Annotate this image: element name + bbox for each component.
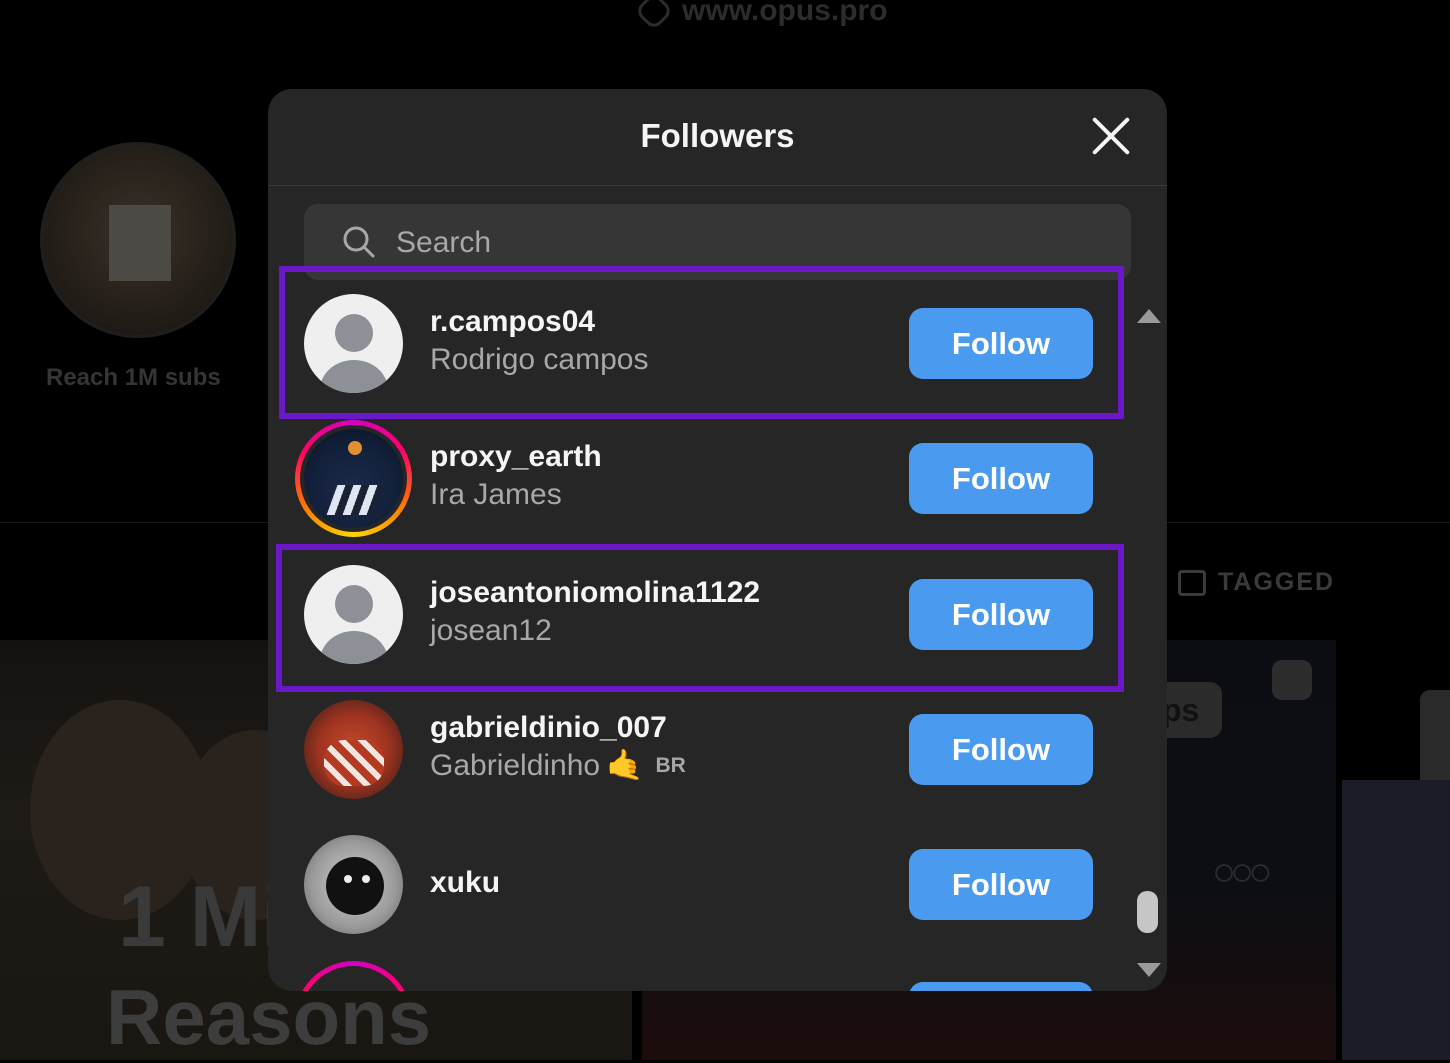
full-name-text: Gabrieldinho <box>430 749 601 782</box>
follow-button[interactable]: Follow <box>909 443 1093 514</box>
thumbnail-text: 1 Mi <box>118 869 286 965</box>
avatar-detail <box>344 875 352 883</box>
follow-button[interactable]: Follow <box>909 714 1093 785</box>
link-icon <box>634 0 674 31</box>
tagged-icon <box>1178 569 1206 596</box>
default-avatar[interactable] <box>304 565 403 664</box>
avatar-head-shape <box>335 314 373 352</box>
post-thumbnail[interactable] <box>1342 780 1450 1060</box>
reel-icon <box>1272 660 1312 700</box>
default-avatar[interactable] <box>304 294 403 393</box>
tab-tagged-label: TAGGED <box>1218 568 1336 596</box>
call-me-hand-emoji: 🤙 <box>606 749 644 782</box>
search-input[interactable] <box>394 220 1098 266</box>
profile-avatar[interactable] <box>304 700 403 799</box>
avatar-detail <box>326 857 384 915</box>
avatar-detail <box>362 875 370 883</box>
avatar-detail <box>348 441 362 455</box>
tab-tagged[interactable]: TAGGED <box>1178 568 1335 597</box>
follow-button[interactable]: Follow <box>909 849 1093 920</box>
username[interactable]: xuku <box>430 865 500 901</box>
user-info: joseantoniomolina1122 josean12 <box>430 575 760 651</box>
username[interactable]: r.campos04 <box>430 304 648 340</box>
user-info: gabrieldinio_007 Gabrieldinho 🤙 BR <box>430 710 686 786</box>
olympic-rings-icon: ○○○ <box>1212 850 1273 894</box>
post-thumbnail-caption <box>1420 690 1450 790</box>
user-info: xuku <box>430 865 500 901</box>
full-name-text: Ira James <box>430 478 562 511</box>
avatar-detail <box>326 485 384 515</box>
list-item <box>268 952 1128 991</box>
profile-avatar[interactable] <box>304 835 403 934</box>
username[interactable]: proxy_earth <box>430 439 602 475</box>
full-name-text: Rodrigo campos <box>430 343 649 376</box>
scrollbar-thumb[interactable] <box>1137 891 1158 933</box>
story-highlight[interactable] <box>40 142 236 338</box>
full-name: Rodrigo campos <box>430 340 648 380</box>
scroll-down-arrow-icon[interactable] <box>1137 963 1161 977</box>
scroll-up-arrow-icon[interactable] <box>1137 309 1161 323</box>
user-info: r.campos04 Rodrigo campos <box>430 304 648 380</box>
follow-button[interactable]: Follow <box>909 579 1093 650</box>
highlight-image <box>109 205 171 281</box>
story-highlight-label: Reach 1M subs <box>46 364 221 391</box>
story-ring[interactable] <box>295 961 412 991</box>
avatar-detail <box>324 740 384 786</box>
list-item: gabrieldinio_007 Gabrieldinho 🤙 BR Follo… <box>268 682 1128 817</box>
search-bar[interactable] <box>304 204 1131 280</box>
avatar-head-shape <box>335 585 373 623</box>
user-info: proxy_earth Ira James <box>430 439 602 515</box>
list-item: joseantoniomolina1122 josean12 Follow <box>268 547 1128 682</box>
story-ring-gap <box>300 966 407 991</box>
profile-link[interactable]: www.opus.pro <box>634 0 888 31</box>
follow-button[interactable]: Follow <box>909 308 1093 379</box>
avatar-body-shape <box>320 631 388 664</box>
profile-avatar[interactable] <box>304 429 403 528</box>
search-icon <box>343 226 375 258</box>
full-name-text: josean12 <box>430 614 552 647</box>
list-item: r.campos04 Rodrigo campos Follow <box>268 276 1128 411</box>
avatar-body-shape <box>320 360 388 393</box>
list-item: proxy_earth Ira James Follow <box>268 411 1128 546</box>
followers-dialog: Followers r.campos04 Rodrigo campos Foll… <box>268 89 1167 991</box>
follow-button[interactable] <box>909 982 1093 991</box>
scrollbar[interactable] <box>1130 299 1164 989</box>
username[interactable]: joseantoniomolina1122 <box>430 575 760 611</box>
full-name: Ira James <box>430 475 602 515</box>
list-item: xuku Follow <box>268 817 1128 952</box>
username[interactable]: gabrieldinio_007 <box>430 710 686 746</box>
full-name: josean12 <box>430 611 760 651</box>
country-tag: BR <box>655 754 686 777</box>
full-name: Gabrieldinho 🤙 BR <box>430 746 686 786</box>
profile-link-text: www.opus.pro <box>682 0 888 27</box>
